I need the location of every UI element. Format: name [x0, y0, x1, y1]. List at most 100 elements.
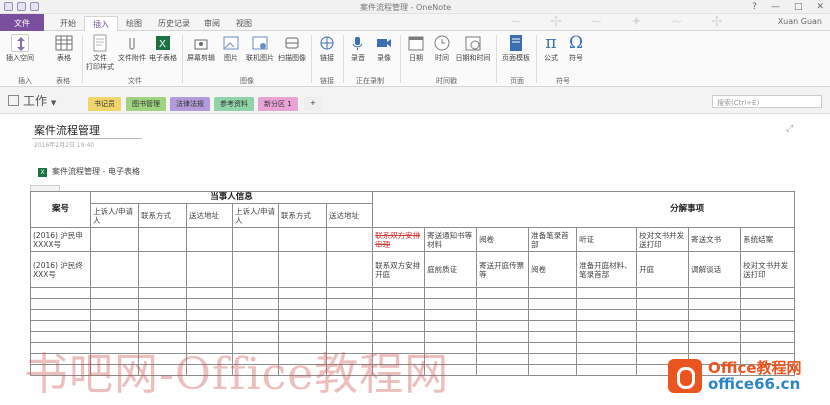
table-cell[interactable] [138, 251, 187, 288]
table-cell[interactable] [278, 309, 327, 321]
table-cell[interactable] [476, 298, 530, 310]
spreadsheet-button[interactable]: X 电子表格 [148, 34, 178, 63]
table-cell[interactable] [576, 298, 638, 310]
tab-insert[interactable]: 插入 [84, 16, 118, 32]
table-cell[interactable] [740, 298, 796, 310]
scan-image-button[interactable]: 扫描图像 [277, 34, 307, 63]
record-video-button[interactable]: 录像 [372, 34, 396, 63]
file-printout-button[interactable]: 文件 打印样式 [86, 34, 114, 72]
table-cell[interactable]: 系统结案 [740, 227, 796, 252]
table-cell[interactable] [278, 227, 327, 252]
table-cell[interactable] [232, 227, 279, 252]
table-cell[interactable] [232, 287, 279, 299]
table-cell[interactable]: 联系双方安排开庭 [372, 251, 426, 288]
table-cell[interactable] [186, 227, 233, 252]
table-cell[interactable] [90, 251, 139, 288]
link-button[interactable]: 链接 [315, 34, 339, 63]
tab-view[interactable]: 视图 [228, 16, 260, 31]
table-cell[interactable]: 送达地址 [325, 203, 374, 228]
table-cell[interactable]: 调解谈话 [688, 251, 742, 288]
table-cell[interactable] [186, 251, 233, 288]
table-cell[interactable] [278, 320, 327, 332]
notebook-picker[interactable]: 工作 ▼ [8, 92, 56, 109]
table-cell[interactable]: 准备笔录首部 [528, 227, 578, 252]
table-cell[interactable] [576, 287, 638, 299]
user-name[interactable]: Xuan Guan [778, 17, 822, 26]
table-cell[interactable]: 联系方式 [278, 203, 327, 228]
table-cell[interactable] [424, 309, 478, 321]
table-cell[interactable] [325, 287, 374, 299]
table-cell[interactable] [325, 227, 374, 252]
table-cell[interactable] [424, 298, 478, 310]
add-section-button[interactable]: + [304, 97, 322, 111]
table-cell[interactable] [476, 309, 530, 321]
table-cell[interactable] [576, 320, 638, 332]
table-cell[interactable] [476, 287, 530, 299]
table-cell[interactable]: 送达地址 [186, 203, 233, 228]
table-cell[interactable] [138, 227, 187, 252]
table-cell[interactable] [576, 353, 638, 365]
table-cell[interactable] [90, 287, 139, 299]
table-cell[interactable] [424, 287, 478, 299]
table-cell[interactable] [90, 298, 139, 310]
table-cell[interactable] [90, 320, 139, 332]
table-cell[interactable] [30, 320, 91, 332]
table-cell[interactable] [476, 331, 530, 343]
undo-icon[interactable] [17, 2, 26, 11]
section-tab-library[interactable]: 图书管理 [126, 97, 166, 111]
table-cell[interactable]: 校对文书并发送打印 [740, 251, 796, 288]
spreadsheet-link[interactable]: X 案件流程管理 - 电子表格 [38, 166, 140, 177]
table-cell[interactable] [325, 298, 374, 310]
table-cell[interactable] [476, 320, 530, 332]
table-cell[interactable]: 开庭 [636, 251, 690, 288]
table-cell[interactable]: 寄送开庭传票等 [476, 251, 530, 288]
table-cell[interactable] [278, 251, 327, 288]
table-cell[interactable] [740, 320, 796, 332]
tab-draw[interactable]: 绘图 [118, 16, 150, 31]
table-cell[interactable] [688, 287, 742, 299]
table-cell[interactable] [186, 287, 233, 299]
table-cell[interactable] [576, 364, 638, 376]
table-cell[interactable]: 听证 [576, 227, 638, 252]
page-template-button[interactable]: 页面模板 [500, 34, 532, 63]
online-picture-button[interactable]: 联机图片 [245, 34, 275, 63]
screen-clipping-button[interactable]: 屏幕剪辑 [186, 34, 216, 63]
table-cell[interactable] [232, 320, 279, 332]
table-cell[interactable]: (2016) 沪民终XXX号 [30, 251, 91, 288]
table-cell[interactable] [138, 320, 187, 332]
table-cell[interactable] [186, 298, 233, 310]
table-cell[interactable] [688, 298, 742, 310]
table-cell[interactable]: 上诉人/申请人 [90, 203, 139, 228]
table-cell[interactable] [325, 251, 374, 288]
insert-space-button[interactable]: 插入空间 [6, 34, 34, 63]
table-cell[interactable] [636, 287, 690, 299]
help-icon[interactable]: ? [752, 2, 757, 12]
table-cell[interactable] [740, 309, 796, 321]
section-tab-references[interactable]: 参考资料 [214, 97, 254, 111]
table-button[interactable]: 表格 [52, 34, 76, 63]
table-cell[interactable] [576, 331, 638, 343]
table-cell[interactable] [740, 342, 796, 354]
table-cell[interactable]: 寄送通知书等材料 [424, 227, 478, 252]
table-cell[interactable] [232, 298, 279, 310]
table-cell[interactable] [740, 331, 796, 343]
table-cell[interactable] [688, 342, 742, 354]
close-icon[interactable]: ✕ [816, 2, 824, 12]
table-cell[interactable] [476, 353, 530, 365]
search-input[interactable]: 搜索(Ctrl+E) [712, 95, 822, 108]
date-and-time-button[interactable]: 日期和时间 [455, 34, 491, 63]
table-cell[interactable] [278, 298, 327, 310]
table-cell[interactable] [424, 320, 478, 332]
table-cell[interactable]: (2016) 沪民申XXXX号 [30, 227, 91, 252]
table-cell[interactable] [528, 331, 578, 343]
file-attachment-button[interactable]: 文件附件 [117, 34, 147, 63]
table-cell[interactable] [688, 320, 742, 332]
table-cell[interactable] [372, 320, 426, 332]
page-title[interactable]: 案件流程管理 [34, 122, 100, 138]
tab-home[interactable]: 开始 [52, 16, 84, 31]
expand-icon[interactable]: ⤢ [786, 124, 793, 134]
minimize-icon[interactable]: — [771, 2, 780, 12]
case-number-header[interactable]: 案号 [30, 191, 91, 228]
record-audio-button[interactable]: 录音 [346, 34, 370, 63]
table-cell[interactable]: 准备开庭材料、笔录首部 [576, 251, 638, 288]
